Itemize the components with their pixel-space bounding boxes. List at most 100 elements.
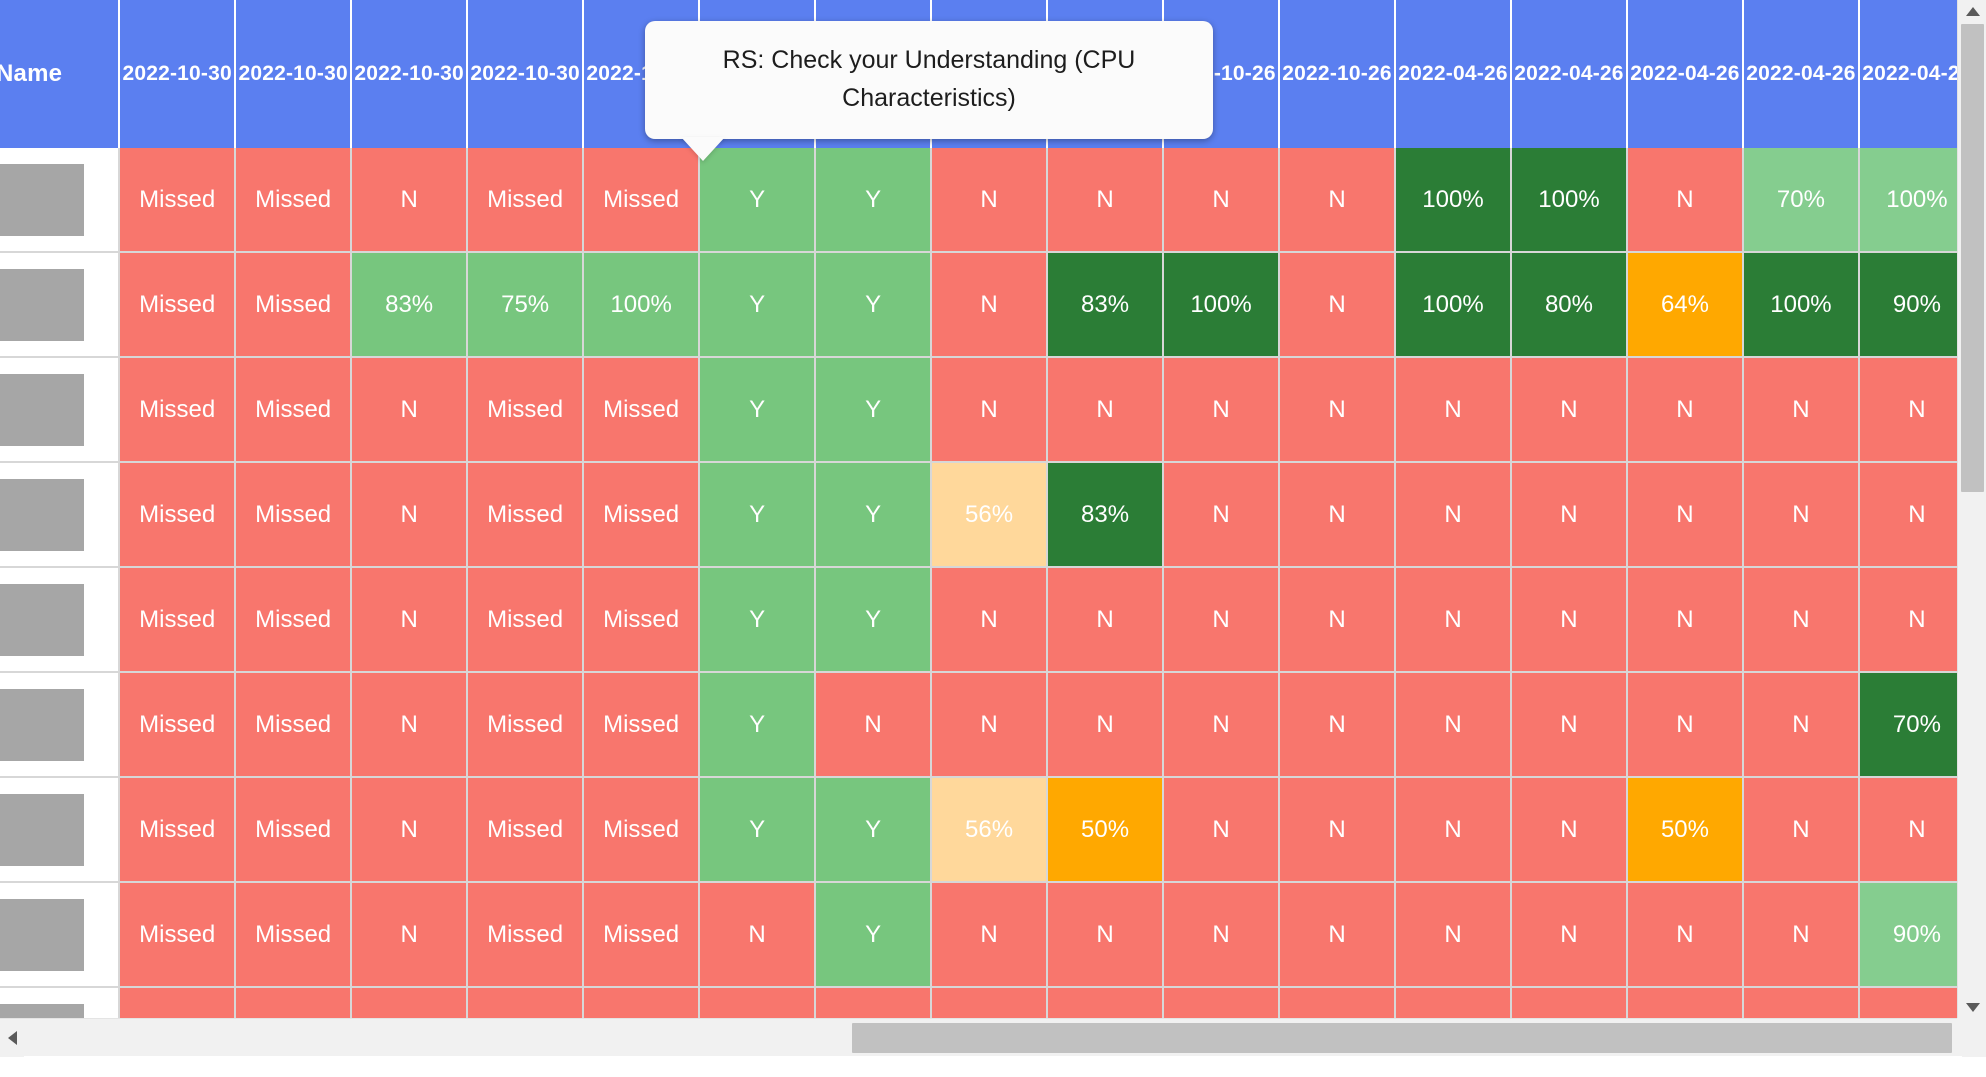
score-cell[interactable]: 80% bbox=[1511, 253, 1628, 358]
score-cell[interactable]: Missed bbox=[468, 883, 585, 988]
student-name-cell[interactable] bbox=[0, 778, 121, 883]
score-cell[interactable]: 100% bbox=[1859, 148, 1957, 253]
score-cell[interactable]: Missed bbox=[468, 358, 585, 463]
score-cell[interactable]: Y bbox=[816, 253, 933, 358]
column-header-date[interactable]: 2022-10-30 bbox=[352, 0, 469, 148]
score-cell[interactable]: N bbox=[1280, 358, 1396, 463]
column-header-date[interactable]: 2022-04-26 bbox=[1859, 0, 1957, 148]
score-cell[interactable]: Missed bbox=[120, 883, 237, 988]
score-cell[interactable] bbox=[1859, 988, 1957, 1018]
score-cell[interactable] bbox=[1743, 988, 1860, 1018]
score-cell[interactable]: N bbox=[932, 253, 1049, 358]
score-cell[interactable]: Missed bbox=[120, 568, 237, 673]
score-cell[interactable]: N bbox=[352, 883, 469, 988]
vertical-scrollbar[interactable] bbox=[1957, 0, 1986, 1018]
score-cell[interactable]: N bbox=[352, 463, 469, 568]
score-cell[interactable]: Missed bbox=[584, 358, 701, 463]
column-header-date[interactable]: 2022-10-30 bbox=[120, 0, 237, 148]
table-row[interactable]: Missed Missed N Missed Missed Y Y N N N N 100% 100% N… bbox=[0, 148, 1957, 253]
score-cell[interactable]: N bbox=[1280, 253, 1396, 358]
score-cell[interactable]: N bbox=[1511, 883, 1628, 988]
score-cell[interactable]: Missed bbox=[120, 778, 237, 883]
score-cell[interactable]: Y bbox=[816, 463, 933, 568]
column-header-name[interactable]: Name bbox=[0, 0, 121, 148]
score-cell[interactable]: N bbox=[1164, 778, 1281, 883]
score-cell[interactable]: N bbox=[700, 883, 817, 988]
score-cell[interactable]: N bbox=[1859, 778, 1957, 883]
score-cell[interactable]: Missed bbox=[468, 568, 585, 673]
score-cell[interactable]: Missed bbox=[236, 358, 353, 463]
score-cell[interactable] bbox=[584, 988, 701, 1018]
score-cell[interactable]: N bbox=[1859, 568, 1957, 673]
score-cell[interactable]: Y bbox=[816, 568, 933, 673]
score-cell[interactable]: N bbox=[1743, 463, 1860, 568]
score-cell[interactable]: N bbox=[1164, 148, 1281, 253]
score-cell[interactable]: N bbox=[1859, 358, 1957, 463]
student-name-cell[interactable] bbox=[0, 673, 121, 778]
horizontal-scrollbar[interactable] bbox=[0, 1018, 1986, 1057]
score-cell[interactable] bbox=[468, 988, 585, 1018]
score-cell[interactable]: N bbox=[1048, 148, 1165, 253]
score-cell[interactable]: N bbox=[352, 673, 469, 778]
score-cell[interactable]: N bbox=[1743, 883, 1860, 988]
score-cell[interactable]: Missed bbox=[120, 673, 237, 778]
score-cell[interactable]: Missed bbox=[468, 673, 585, 778]
score-cell[interactable]: N bbox=[1048, 568, 1165, 673]
score-cell[interactable]: 100% bbox=[584, 253, 701, 358]
score-cell[interactable]: 100% bbox=[1511, 148, 1628, 253]
score-cell[interactable]: N bbox=[816, 673, 933, 778]
table-row[interactable]: Missed Missed 83% 75% 100% Y Y N 83% 100% N 100% 80%… bbox=[0, 253, 1957, 358]
score-cell[interactable]: 75% bbox=[468, 253, 585, 358]
score-cell[interactable]: Y bbox=[816, 358, 933, 463]
student-name-cell[interactable] bbox=[0, 883, 121, 988]
column-header-date[interactable]: 2022-04-26 bbox=[1627, 0, 1744, 148]
score-cell[interactable]: 90% bbox=[1859, 883, 1957, 988]
score-cell[interactable]: Y bbox=[700, 778, 817, 883]
score-cell[interactable]: N bbox=[1164, 883, 1281, 988]
score-cell[interactable] bbox=[352, 988, 469, 1018]
score-cell[interactable]: N bbox=[352, 778, 469, 883]
score-cell[interactable]: Missed bbox=[120, 253, 237, 358]
column-header-date[interactable]: 2022-10-30 bbox=[468, 0, 585, 148]
column-header-date[interactable]: 2022-04-26 bbox=[1743, 0, 1860, 148]
table-row[interactable]: MissedMissedNMissedMissedYYNNNNNNNNN77%6… bbox=[0, 358, 1957, 463]
score-cell[interactable]: 56% bbox=[932, 463, 1049, 568]
score-cell[interactable]: N bbox=[1048, 883, 1165, 988]
score-cell[interactable] bbox=[236, 988, 353, 1018]
score-cell[interactable]: N bbox=[1627, 568, 1744, 673]
score-cell[interactable]: N bbox=[1627, 673, 1744, 778]
student-name-cell[interactable] bbox=[0, 148, 121, 253]
score-cell[interactable]: 100% bbox=[1396, 253, 1512, 358]
score-cell[interactable]: N bbox=[932, 568, 1049, 673]
score-cell[interactable]: N bbox=[1396, 778, 1512, 883]
score-cell[interactable]: N bbox=[1396, 883, 1512, 988]
score-cell[interactable]: Missed bbox=[120, 358, 237, 463]
score-cell[interactable]: Y bbox=[816, 148, 933, 253]
score-cell[interactable]: Missed bbox=[584, 673, 701, 778]
score-cell[interactable]: N bbox=[932, 883, 1049, 988]
score-cell[interactable]: Missed bbox=[236, 673, 353, 778]
table-row[interactable]: Missed Missed N Missed Missed Y Y 56% 83% N N N N N N N… bbox=[0, 463, 1957, 568]
score-cell[interactable]: N bbox=[1164, 358, 1281, 463]
score-cell[interactable]: N bbox=[1164, 463, 1281, 568]
score-cell[interactable]: Missed bbox=[584, 568, 701, 673]
score-cell[interactable]: N bbox=[352, 358, 469, 463]
student-name-cell[interactable] bbox=[0, 568, 121, 673]
score-cell[interactable]: Missed bbox=[236, 883, 353, 988]
score-cell[interactable]: N bbox=[352, 148, 469, 253]
score-cell[interactable]: N bbox=[1280, 148, 1396, 253]
score-cell[interactable]: Missed bbox=[584, 148, 701, 253]
score-cell[interactable]: N bbox=[1280, 568, 1396, 673]
score-cell[interactable]: 83% bbox=[1048, 253, 1165, 358]
score-cell[interactable]: Missed bbox=[236, 148, 353, 253]
score-cell[interactable]: N bbox=[1743, 673, 1860, 778]
score-cell[interactable]: N bbox=[932, 673, 1049, 778]
score-cell[interactable]: Missed bbox=[236, 568, 353, 673]
score-cell[interactable]: Y bbox=[816, 883, 933, 988]
score-cell[interactable]: N bbox=[1743, 778, 1860, 883]
score-cell[interactable]: 100% bbox=[1743, 253, 1860, 358]
student-name-cell[interactable] bbox=[0, 463, 121, 568]
score-cell[interactable]: N bbox=[1743, 568, 1860, 673]
score-cell[interactable]: Missed bbox=[236, 253, 353, 358]
score-cell[interactable]: Missed bbox=[468, 463, 585, 568]
